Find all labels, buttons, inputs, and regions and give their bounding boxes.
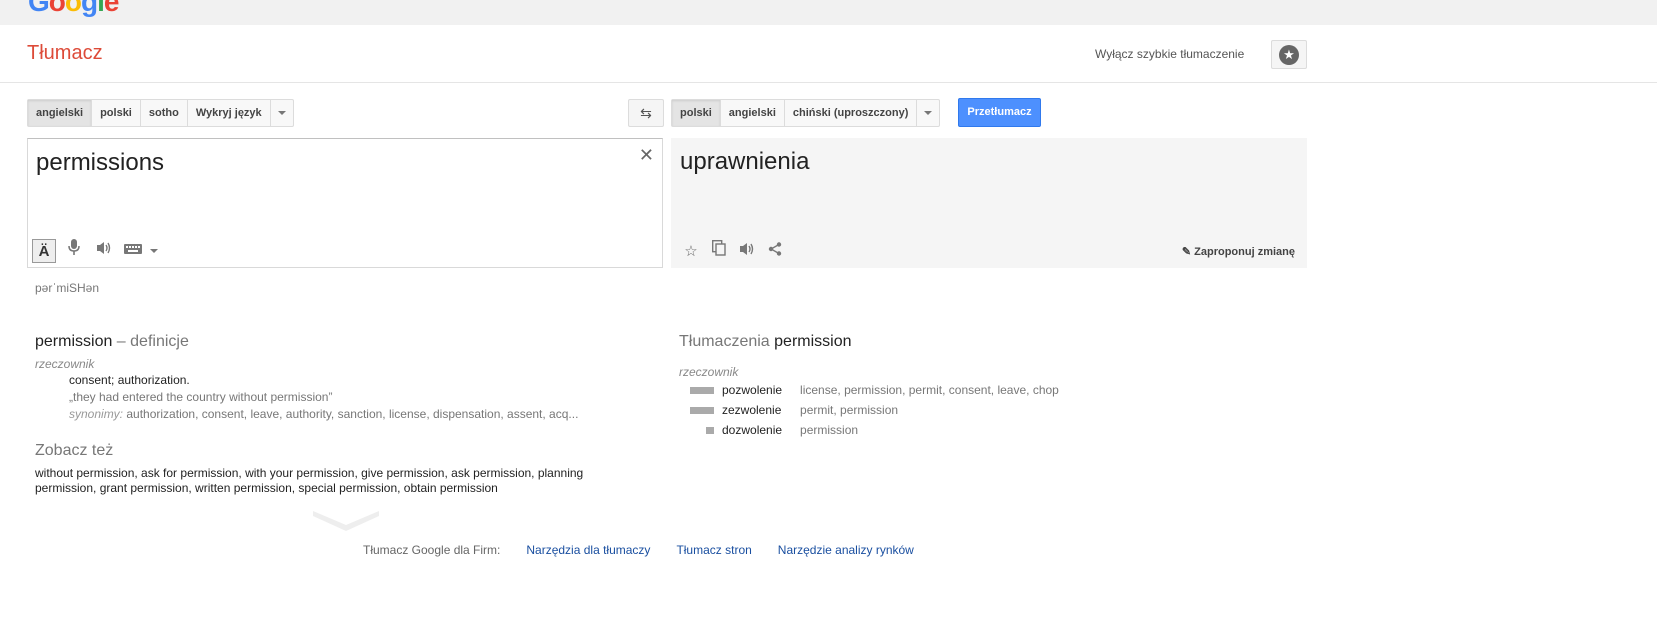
translation-row: pozwolenie license, permission, permit, c… [686,382,1059,402]
speaker-icon[interactable] [92,239,116,263]
translate-button[interactable]: Przetłumacz [958,98,1041,127]
source-lang-polish[interactable]: polski [92,100,141,126]
definition-example: „they had entered the country without pe… [69,390,333,404]
pencil-icon: ✎ [1181,246,1192,258]
clear-icon[interactable]: ✕ [639,145,654,166]
translations-heading: Tłumaczenia permission [679,333,852,350]
translation-row: zezwolenie permit, permission [686,402,1059,422]
app-title: Tłumacz [27,42,103,64]
translation-synonyms[interactable]: license, permission, permit, consent, le… [800,382,1059,402]
translations-part-of-speech: rzeczownik [679,365,739,379]
frequency-bar [686,422,722,442]
instant-translation-toggle[interactable]: Wyłącz szybkie tłumaczenie [1095,47,1244,61]
romanization-icon[interactable]: Ä [32,239,56,263]
source-tools: Ä [32,239,158,263]
translation-word[interactable]: zezwolenie [722,402,800,422]
translated-text: uprawnienia [680,148,810,175]
definitions-part-of-speech: rzeczownik [35,357,95,371]
footer-link-website-translator[interactable]: Tłumacz stron [676,543,751,557]
source-lang-dropdown[interactable] [271,100,293,126]
source-lang-detect[interactable]: Wykryj język [188,100,271,126]
footer-link-translator-toolkit[interactable]: Narzędzia dla tłumaczy [526,543,650,557]
google-logo[interactable]: Google [28,0,119,18]
target-tools: ☆ [679,239,787,264]
target-lang-chinese[interactable]: chiński (uproszczony) [785,100,918,126]
keyboard-icon[interactable] [122,239,144,263]
speaker-icon[interactable] [735,240,759,264]
definition-meaning[interactable]: consent; authorization. [69,372,639,389]
definition-entry: consent; authorization. „they had entere… [69,372,639,423]
source-text[interactable]: permissions [36,149,164,177]
source-text-area[interactable]: permissions ✕ Ä [27,138,663,268]
translation-synonyms[interactable]: permit, permission [800,402,1059,422]
translation-output: uprawnienia ☆ ✎ Zaproponuj zmianę [671,138,1307,268]
source-language-bar: angielski polski sotho Wykryj język [27,99,294,127]
see-also-heading: Zobacz też [35,442,114,459]
target-lang-polish[interactable]: polski [672,100,721,126]
definitions-heading: permission – definicje [35,333,189,350]
footer-label: Tłumacz Google dla Firm: [363,543,501,557]
google-top-bar: Google [0,0,1657,25]
microphone-icon[interactable] [62,239,86,263]
footer: Tłumacz Google dla Firm: Narzędzia dla t… [363,543,914,557]
frequency-bar [686,382,722,402]
phonetic-transcription: pərˈmiSHən [35,281,100,295]
star-icon: ★ [1279,44,1299,65]
translation-word[interactable]: pozwolenie [722,382,800,402]
see-also-list[interactable]: without permission, ask for permission, … [35,466,645,496]
header-divider [0,82,1657,83]
share-icon[interactable] [763,240,787,264]
keyboard-dropdown-caret[interactable] [150,249,158,253]
star-outline-icon[interactable]: ☆ [679,240,703,264]
suggest-edit-link[interactable]: ✎ Zaproponuj zmianę [1182,245,1295,258]
translation-synonyms[interactable]: permission [800,422,1059,442]
target-lang-english[interactable]: angielski [721,100,785,126]
target-lang-dropdown[interactable] [917,100,939,126]
source-lang-english[interactable]: angielski [28,100,93,126]
frequency-bar [686,402,722,422]
definition-synonyms[interactable]: synonimy: authorization, consent, leave,… [69,406,639,423]
translations-table: pozwolenie license, permission, permit, c… [686,382,1059,442]
target-language-bar: polski angielski chiński (uproszczony) [671,99,941,127]
copy-icon[interactable] [707,239,731,264]
source-lang-sotho[interactable]: sotho [141,100,188,126]
swap-icon: ⇆ [640,105,652,121]
phrasebook-button[interactable]: ★ [1271,40,1307,69]
translation-row: dozwolenie permission [686,422,1059,442]
swap-languages-button[interactable]: ⇆ [628,99,664,127]
expand-chevron-icon[interactable] [313,511,379,531]
translation-word[interactable]: dozwolenie [722,422,800,442]
footer-link-market-finder[interactable]: Narzędzie analizy rynków [778,543,914,557]
